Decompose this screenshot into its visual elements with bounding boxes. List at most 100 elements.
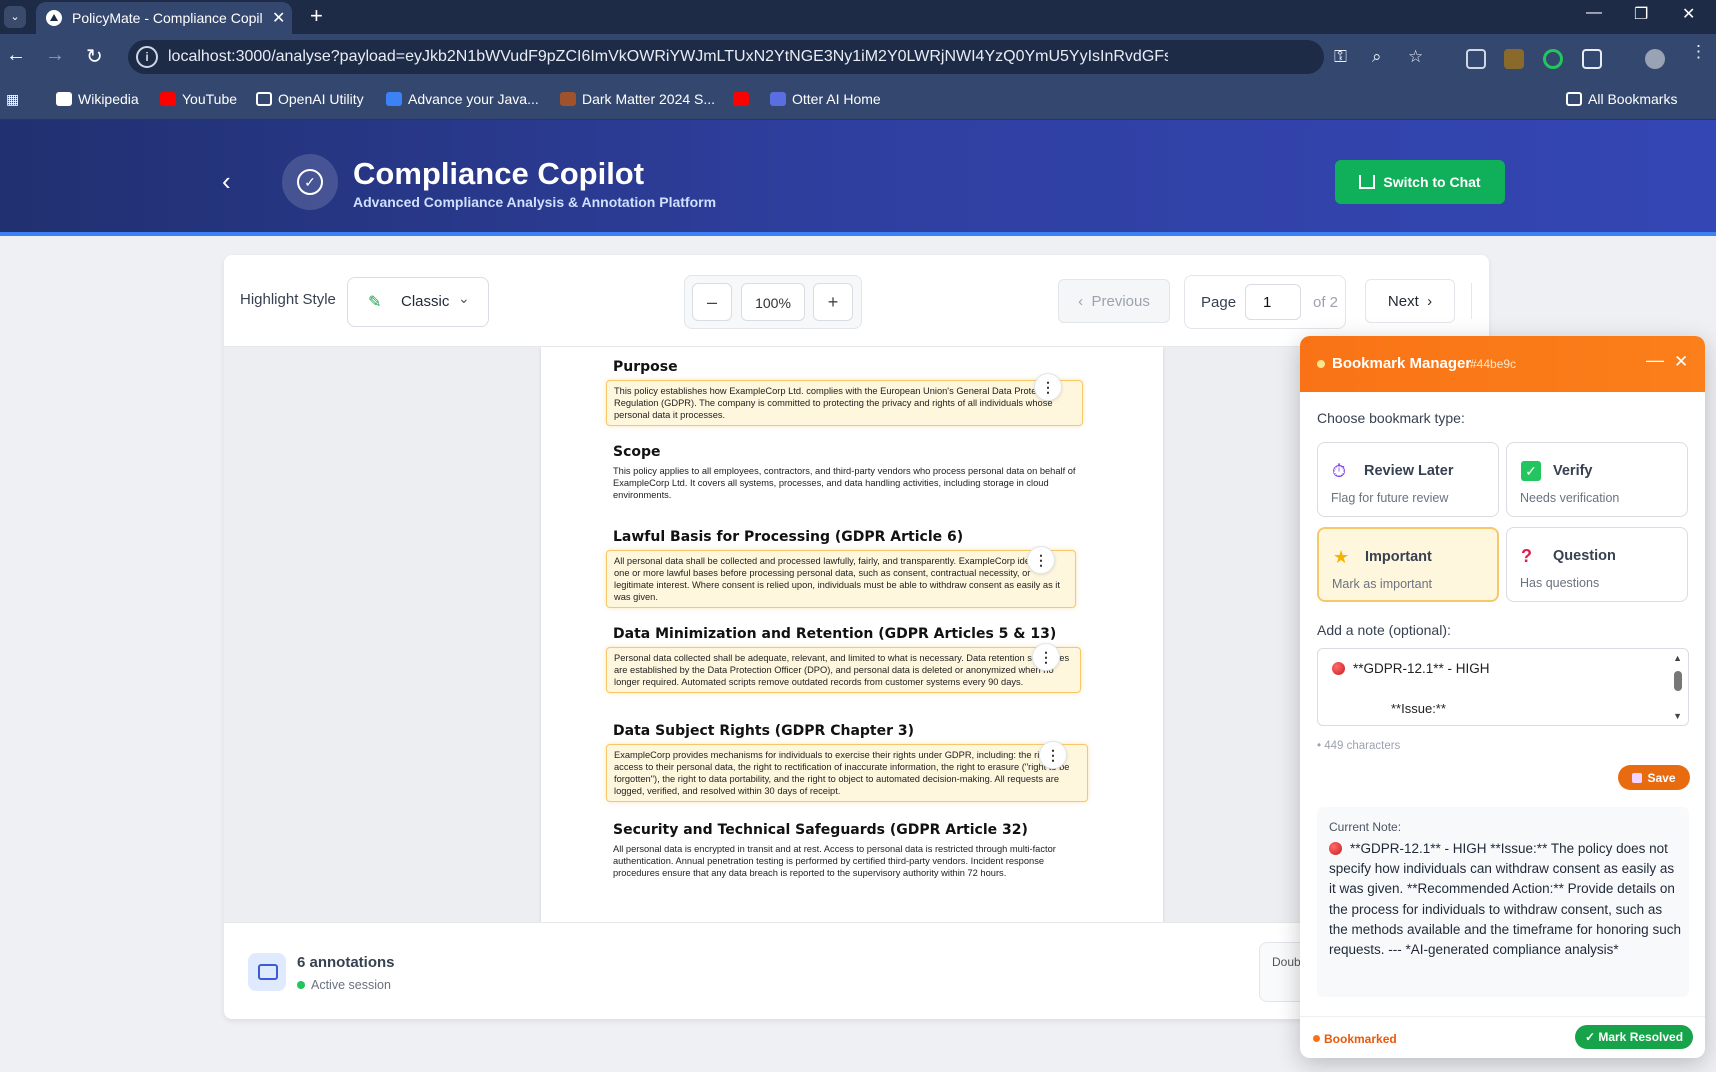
next-page-button[interactable]: Next ›	[1365, 279, 1455, 323]
url-text[interactable]: localhost:3000/analyse?payload=eyJkb2N1b…	[168, 48, 1168, 66]
annotations-chat-icon	[248, 953, 286, 991]
browser-tab[interactable]: PolicyMate - Compliance Copilot ✕	[36, 2, 292, 34]
extension-clipboard-icon[interactable]	[1466, 49, 1486, 69]
highlight-style-select[interactable]: ✎ Classic ⌄	[347, 277, 489, 327]
bookmark-youtube-video[interactable]	[733, 91, 755, 107]
annotation-menu-icon[interactable]: ⋮	[1034, 373, 1062, 401]
check-circle-icon: ✓	[297, 169, 323, 195]
red-circle-icon	[1329, 842, 1342, 855]
close-window-icon[interactable]: ✕	[1682, 4, 1695, 24]
stopwatch-icon: ⏱	[1332, 461, 1347, 481]
highlighted-annotation[interactable]: ExampleCorp provides mechanisms for indi…	[606, 744, 1088, 802]
highlighted-annotation[interactable]: Personal data collected shall be adequat…	[606, 647, 1081, 693]
bookmark-wikipedia[interactable]: Wikipedia	[56, 91, 139, 107]
bookmarks-bar: ▦ Wikipedia YouTube OpenAI Utility Advan…	[0, 80, 1716, 120]
bookmark-advance-java[interactable]: Advance your Java...	[386, 91, 539, 107]
url-omnibox[interactable]: i localhost:3000/analyse?payload=eyJkb2N…	[128, 40, 1423, 74]
otter-icon	[770, 92, 786, 106]
header-dot-icon	[1317, 360, 1325, 368]
section-body: This policy applies to all employees, co…	[613, 466, 1076, 500]
annotation-menu-icon[interactable]: ⋮	[1027, 546, 1055, 574]
page-total: of 2	[1313, 294, 1339, 311]
pencil-icon: ✎	[368, 294, 382, 311]
type-verify[interactable]: ✓ Verify Needs verification	[1506, 442, 1688, 517]
browser-menu-icon[interactable]: ⋮	[1690, 42, 1707, 62]
section-title: Data Minimization and Retention (GDPR Ar…	[613, 626, 1057, 642]
restore-window-icon[interactable]: ❐	[1634, 4, 1648, 24]
java-video-icon	[386, 92, 402, 106]
bookmark-star-icon[interactable]: ☆	[1408, 47, 1423, 67]
tab-title: PolicyMate - Compliance Copilot	[72, 10, 262, 26]
red-circle-icon	[1332, 662, 1345, 675]
bookmark-dark-matter[interactable]: Dark Matter 2024 S...	[560, 91, 715, 107]
annotation-menu-icon[interactable]: ⋮	[1032, 643, 1060, 671]
type-important[interactable]: ★ Important Mark as important	[1317, 527, 1499, 602]
profile-avatar-icon[interactable]	[1645, 49, 1665, 69]
type-question[interactable]: ? Question Has questions	[1506, 527, 1688, 602]
section-lawful-basis: Lawful Basis for Processing (GDPR Articl…	[606, 529, 1076, 608]
back-arrow-icon[interactable]: ←	[6, 44, 26, 67]
chevron-down-icon: ⌄	[458, 290, 470, 306]
session-status: Active session	[297, 978, 391, 992]
section-security: Security and Technical Safeguards (GDPR …	[613, 822, 1068, 879]
annotation-menu-icon[interactable]: ⋮	[1039, 741, 1067, 769]
app-title: Compliance Copilot	[353, 156, 645, 191]
highlighted-annotation[interactable]: All personal data shall be collected and…	[606, 550, 1076, 608]
question-mark-icon: ?	[1521, 546, 1532, 566]
zoom-in-button[interactable]: +	[813, 283, 853, 321]
extension-circle-icon[interactable]	[1543, 49, 1563, 69]
document-page[interactable]: Purpose This policy establishes how Exam…	[541, 347, 1163, 922]
password-key-icon[interactable]: ⚿	[1334, 47, 1347, 67]
status-dot-icon	[297, 981, 305, 989]
scroll-up-icon[interactable]: ▲	[1673, 653, 1682, 663]
chevron-right-icon: ›	[1427, 292, 1433, 310]
section-title: Security and Technical Safeguards (GDPR …	[613, 822, 1028, 838]
folder-icon	[256, 92, 272, 106]
bookmark-manager-header[interactable]: Bookmark Manager #44be9c — ✕	[1300, 336, 1705, 392]
section-scope: Scope This policy applies to all employe…	[613, 444, 1083, 501]
site-info-icon[interactable]: i	[136, 46, 158, 68]
close-icon[interactable]: ✕	[1674, 352, 1688, 372]
app-favicon-icon	[46, 10, 62, 26]
extensions-puzzle-icon[interactable]	[1582, 49, 1602, 69]
zoom-icon[interactable]: ⌕	[1372, 47, 1382, 67]
bookmark-openai-utility[interactable]: OpenAI Utility	[256, 91, 364, 107]
current-note: Current Note: **GDPR-12.1** - HIGH **Iss…	[1317, 807, 1689, 997]
note-textarea[interactable]: **GDPR-12.1** - HIGH **Issue:** ▲ ▼	[1317, 648, 1689, 726]
bookmark-youtube[interactable]: YouTube	[160, 91, 237, 107]
scrollbar-thumb[interactable]	[1674, 671, 1682, 691]
bookmark-manager-title: Bookmark Manager	[1332, 355, 1472, 372]
youtube-icon	[160, 92, 176, 106]
section-data-minimization: Data Minimization and Retention (GDPR Ar…	[606, 626, 1081, 693]
back-chevron-icon[interactable]: ‹	[222, 166, 231, 197]
minimize-window-icon[interactable]: —	[1586, 4, 1602, 22]
tab-close-icon[interactable]: ✕	[272, 8, 285, 28]
new-tab-icon[interactable]: +	[310, 3, 323, 29]
page-number-input[interactable]	[1245, 284, 1301, 320]
zoom-out-button[interactable]: –	[692, 283, 732, 321]
switch-to-chat-button[interactable]: Switch to Chat	[1335, 160, 1505, 204]
save-note-button[interactable]: Save	[1618, 765, 1690, 790]
scroll-down-icon[interactable]: ▼	[1673, 711, 1682, 721]
chevron-left-icon: ‹	[1078, 292, 1084, 310]
bookmark-otter-ai[interactable]: Otter AI Home	[770, 91, 881, 107]
annotation-count: 6 annotations	[297, 954, 395, 971]
previous-page-button[interactable]: ‹ Previous	[1058, 279, 1170, 323]
type-review-later[interactable]: ⏱ Review Later Flag for future review	[1317, 442, 1499, 517]
note-second-line: **Issue:**	[1391, 701, 1446, 716]
highlighted-annotation[interactable]: This policy establishes how ExampleCorp …	[606, 380, 1083, 426]
note-label: Add a note (optional):	[1317, 622, 1451, 638]
all-bookmarks[interactable]: All Bookmarks	[1566, 91, 1677, 107]
floppy-disk-icon	[1632, 772, 1643, 783]
app-subtitle: Advanced Compliance Analysis & Annotatio…	[353, 194, 717, 210]
tab-search-chevron-icon[interactable]: ⌄	[4, 6, 26, 28]
reload-icon[interactable]: ↻	[86, 44, 103, 69]
youtube-icon	[733, 92, 749, 106]
extension-feather-icon[interactable]	[1504, 49, 1524, 69]
bookmark-status: Bookmarked	[1313, 1032, 1397, 1046]
forward-arrow-icon[interactable]: →	[45, 44, 65, 67]
apps-grid-icon[interactable]: ▦	[6, 91, 19, 108]
minimize-icon[interactable]: —	[1646, 350, 1664, 371]
mark-resolved-button[interactable]: ✓ Mark Resolved	[1575, 1025, 1693, 1049]
status-dot-icon	[1313, 1035, 1320, 1042]
